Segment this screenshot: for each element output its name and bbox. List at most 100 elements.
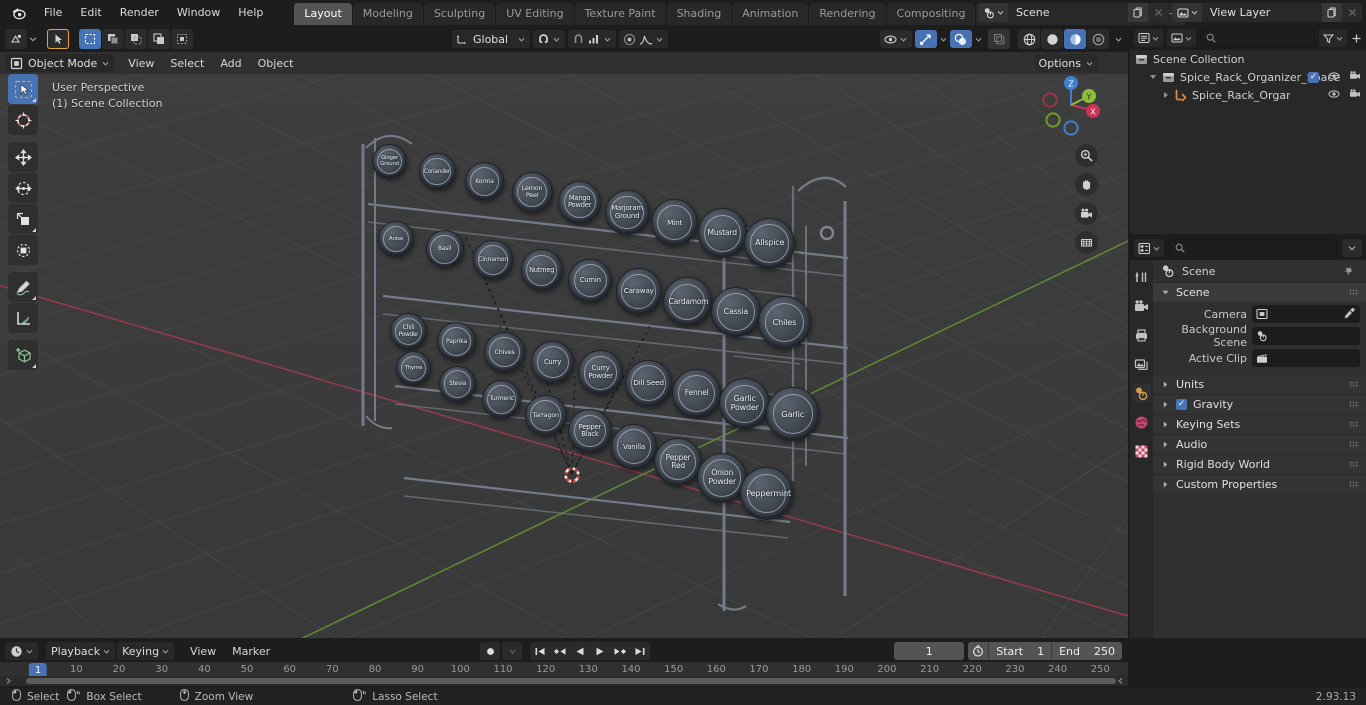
editor-type-chevron-icon[interactable] bbox=[29, 35, 37, 43]
spice-jar[interactable]: Tarragon bbox=[525, 394, 567, 437]
tool-annotate[interactable] bbox=[8, 272, 38, 302]
spice-jar[interactable]: Pepper Red bbox=[654, 438, 703, 487]
use-preview-range-button[interactable] bbox=[968, 642, 989, 660]
workspace-tab-modeling[interactable]: Modeling bbox=[352, 2, 423, 25]
spice-jar[interactable]: Fennel bbox=[672, 368, 722, 419]
camera-view-icon[interactable] bbox=[1075, 202, 1098, 225]
spice-jar[interactable]: Korma bbox=[465, 162, 505, 202]
spice-jar[interactable]: Mustard bbox=[697, 208, 747, 258]
outliner-disclosure-triangle-icon[interactable] bbox=[1150, 75, 1156, 79]
gizmo-dropdown[interactable] bbox=[915, 30, 937, 48]
play-button[interactable] bbox=[590, 642, 610, 660]
overlays-dropdown[interactable] bbox=[950, 30, 972, 48]
shading-chevron-icon[interactable] bbox=[1115, 36, 1122, 43]
spice-jar[interactable]: Cardamom bbox=[663, 277, 712, 326]
viewport-menu-select[interactable]: Select bbox=[162, 55, 212, 72]
panel-drag-grip[interactable] bbox=[1349, 441, 1359, 448]
outliner-display-mode-button[interactable] bbox=[1167, 29, 1196, 47]
spice-rack-model[interactable]: Ginger Ground Coriander Korma Lemon Peel Man… bbox=[0, 26, 1128, 638]
spice-jar[interactable]: Paprika bbox=[437, 322, 477, 362]
spice-jar[interactable]: Coriander bbox=[418, 153, 456, 191]
properties-panel-gravity[interactable]: ✓ Gravity bbox=[1153, 394, 1366, 414]
overlays-chevron-icon[interactable] bbox=[975, 36, 982, 43]
scene-field-input[interactable] bbox=[1252, 327, 1360, 345]
spice-jar[interactable]: Vanilla bbox=[611, 423, 657, 470]
outliner-editor[interactable]: Scene Collection Spice_Rack_Organizer_Sp… bbox=[1130, 26, 1366, 234]
spice-jar[interactable]: Chiles bbox=[758, 296, 811, 349]
properties-tab-texture[interactable] bbox=[1133, 442, 1151, 460]
viewport-menu-object[interactable]: Object bbox=[250, 55, 302, 72]
spice-jar[interactable]: Pepper Black bbox=[568, 409, 612, 453]
timeline-editor-type-button[interactable] bbox=[5, 642, 38, 660]
workspace-tab-layout[interactable]: Layout bbox=[294, 2, 352, 25]
panel-drag-grip[interactable] bbox=[1349, 401, 1359, 408]
view-layer-name-field[interactable]: View Layer bbox=[1202, 3, 1322, 22]
properties-editor-type-button[interactable] bbox=[1134, 239, 1164, 257]
panel-drag-grip[interactable] bbox=[1349, 421, 1359, 428]
outliner-editor-type-button[interactable] bbox=[1134, 29, 1163, 47]
gravity-checkbox[interactable]: ✓ bbox=[1176, 399, 1187, 410]
panel-drag-grip[interactable] bbox=[1349, 461, 1359, 468]
spice-jar[interactable]: Mint bbox=[651, 199, 699, 247]
zoom-icon[interactable] bbox=[1075, 144, 1098, 167]
spice-jar[interactable]: Thyme bbox=[396, 351, 431, 386]
unlink-scene-button[interactable] bbox=[1148, 3, 1168, 22]
pan-hand-icon[interactable] bbox=[1075, 173, 1098, 196]
tool-cursor[interactable] bbox=[8, 105, 38, 135]
tool-rotate[interactable] bbox=[8, 173, 38, 203]
tool-tweak-select-box[interactable] bbox=[8, 74, 38, 104]
jump-to-prev-keyframe-button[interactable] bbox=[550, 642, 570, 660]
cursor-select-button[interactable] bbox=[47, 29, 69, 49]
outliner-row[interactable]: Spice_Rack_Organizer_Space ✓ bbox=[1130, 68, 1366, 86]
timeline-scroll-handle[interactable] bbox=[26, 678, 1116, 684]
jump-to-end-button[interactable] bbox=[630, 642, 650, 660]
outliner-row[interactable]: Spice_Rack_Organizer_Sp bbox=[1130, 86, 1366, 104]
spice-jar[interactable]: Chili Powder bbox=[390, 313, 427, 350]
panel-drag-grip[interactable] bbox=[1349, 381, 1359, 388]
gizmo-chevron-icon[interactable] bbox=[940, 36, 947, 43]
viewport-3d[interactable]: Ginger Ground Coriander Korma Lemon Peel Man… bbox=[0, 26, 1128, 638]
viewport-menu-view[interactable]: View bbox=[120, 55, 162, 72]
spice-jar[interactable]: Curry Powder bbox=[578, 350, 624, 396]
workspace-tab-texture-paint[interactable]: Texture Paint bbox=[574, 2, 666, 25]
snap-dropdown[interactable] bbox=[533, 30, 565, 48]
menu-edit[interactable]: Edit bbox=[71, 3, 110, 22]
proportional-edit-dropdown[interactable] bbox=[568, 30, 616, 48]
outliner-new-collection-icon[interactable] bbox=[1351, 33, 1362, 44]
spice-jar[interactable]: Caraway bbox=[615, 268, 662, 315]
tool-move[interactable] bbox=[8, 142, 38, 172]
properties-panel-rigid-body-world[interactable]: Rigid Body World bbox=[1153, 454, 1366, 474]
spice-jar[interactable]: Turmeric bbox=[482, 380, 522, 420]
play-reverse-button[interactable] bbox=[570, 642, 590, 660]
spice-jar[interactable]: Cumin bbox=[568, 258, 613, 303]
spice-jar[interactable]: Garlic Powder bbox=[719, 378, 771, 430]
outliner-exclude-checkbox[interactable]: ✓ bbox=[1308, 71, 1319, 83]
spice-jar[interactable]: Lemon Peel bbox=[511, 171, 553, 213]
camera-render-icon[interactable] bbox=[1349, 88, 1361, 103]
panel-drag-grip[interactable] bbox=[1349, 289, 1359, 296]
spice-jar[interactable]: Curry bbox=[531, 340, 575, 385]
view-layer-selector[interactable]: View Layer bbox=[1172, 3, 1362, 22]
workspace-tab-compositing[interactable]: Compositing bbox=[886, 2, 976, 25]
tool-measure[interactable] bbox=[8, 303, 38, 333]
outliner-disclosure-triangle-icon[interactable] bbox=[1164, 92, 1168, 98]
workspace-tab-uv-editing[interactable]: UV Editing bbox=[496, 2, 574, 25]
keying-popover-button[interactable] bbox=[502, 642, 522, 660]
panel-collapse-icon[interactable] bbox=[1161, 400, 1170, 409]
viewport-menu-add[interactable]: Add bbox=[212, 55, 249, 72]
spice-jar[interactable]: Garlic bbox=[766, 387, 820, 441]
workspace-tab-shading[interactable]: Shading bbox=[666, 2, 732, 25]
spice-jar[interactable]: Marjoram Ground bbox=[604, 190, 650, 236]
menu-render[interactable]: Render bbox=[111, 3, 168, 22]
timeline-expand-icon[interactable] bbox=[4, 676, 14, 686]
options-dropdown[interactable]: Options bbox=[1034, 54, 1098, 72]
spice-jar[interactable]: Allspice bbox=[744, 217, 796, 269]
spice-jar[interactable]: Peppermint bbox=[740, 467, 793, 520]
menu-window[interactable]: Window bbox=[168, 3, 229, 22]
properties-panel-scene[interactable]: Scene bbox=[1153, 282, 1366, 302]
rendered-shading-button[interactable] bbox=[1087, 29, 1109, 49]
properties-tab-world[interactable] bbox=[1133, 413, 1151, 431]
new-view-layer-button[interactable] bbox=[1322, 3, 1342, 22]
remove-view-layer-button[interactable] bbox=[1342, 3, 1362, 22]
timeline-playback-dropdown[interactable]: Playback bbox=[46, 642, 116, 660]
